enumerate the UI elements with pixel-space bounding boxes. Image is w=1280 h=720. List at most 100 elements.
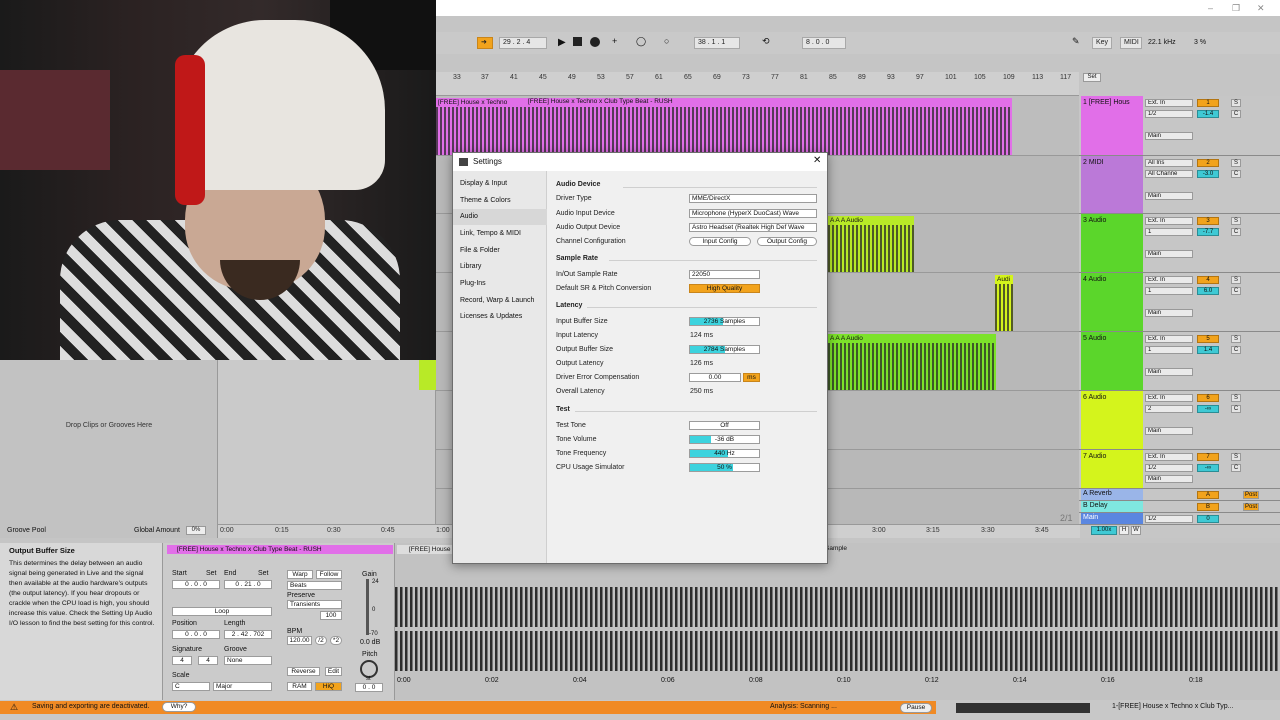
h-button[interactable]: H — [1119, 526, 1129, 535]
song-position-field[interactable]: 29 . 2 . 4 — [499, 37, 547, 49]
output-select[interactable]: Main — [1145, 132, 1193, 140]
cue-button[interactable]: C — [1231, 170, 1241, 178]
track-title[interactable]: 4 Audio — [1081, 273, 1143, 331]
cue-button[interactable]: C — [1231, 464, 1241, 472]
track-volume[interactable]: -∞ — [1197, 464, 1219, 472]
return-letter[interactable]: A — [1197, 491, 1219, 499]
track-volume[interactable]: -7.7 — [1197, 228, 1219, 236]
track-header-7[interactable]: 7 Audio Ext. In 1/2 Main 7 -∞ S C — [1079, 450, 1280, 489]
pause-analysis-button[interactable]: Pause — [900, 703, 932, 713]
hiq-button[interactable]: HiQ — [315, 682, 342, 691]
groove-select[interactable]: None — [224, 656, 272, 665]
output-buffer-field[interactable]: 2784 Samples — [689, 345, 760, 354]
track-title[interactable]: 7 Audio — [1081, 450, 1143, 488]
cue-button[interactable]: C — [1231, 346, 1241, 354]
audio-clip-5[interactable]: A A A Audio — [828, 334, 996, 390]
output-select[interactable]: Main — [1145, 368, 1193, 376]
close-icon[interactable]: ✕ — [813, 155, 821, 166]
scale-root-select[interactable]: C — [172, 682, 210, 691]
set-end-button[interactable]: Set — [258, 570, 269, 577]
input-type-select[interactable]: Ext. In — [1145, 217, 1193, 225]
cue-button[interactable]: C — [1231, 405, 1241, 413]
input-channel-select[interactable]: 1 — [1145, 346, 1193, 354]
sample-tab-title[interactable]: [FREE] House — [397, 545, 453, 554]
nav-licenses-updates[interactable]: Licenses & Updates — [453, 309, 547, 325]
nav-plug-ins[interactable]: Plug-Ins — [453, 276, 547, 292]
output-select[interactable]: Main — [1145, 427, 1193, 435]
input-channel-select[interactable]: All Channe — [1145, 170, 1193, 178]
groove-pool[interactable]: Drop Clips or Grooves Here Groove Pool G… — [0, 360, 218, 538]
end-field[interactable]: 0 . 21 . 0 — [224, 580, 272, 589]
nav-theme-colors[interactable]: Theme & Colors — [453, 193, 547, 209]
edit-button[interactable]: Edit — [325, 667, 342, 676]
track-title[interactable]: 5 Audio — [1081, 332, 1143, 390]
metronome-icon[interactable]: ○ — [664, 36, 669, 46]
output-select[interactable]: Main — [1145, 475, 1193, 483]
nav-audio[interactable]: Audio — [453, 209, 547, 225]
track-activator[interactable]: 4 — [1197, 276, 1219, 284]
track-title[interactable]: 6 Audio — [1081, 391, 1143, 449]
input-type-select[interactable]: Ext. In — [1145, 99, 1193, 107]
loop-switch-icon[interactable]: ⟲ — [762, 36, 770, 47]
preserve-select[interactable]: Transients — [287, 600, 342, 609]
tone-frequency-field[interactable]: 440 Hz — [689, 449, 760, 458]
driver-type-select[interactable]: MME/DirectX — [689, 194, 817, 203]
scale-mode-select[interactable]: Major — [213, 682, 272, 691]
input-type-select[interactable]: Ext. In — [1145, 335, 1193, 343]
double-tempo-button[interactable]: *2 — [330, 636, 342, 645]
track-title[interactable]: 1 [FREE] Hous — [1081, 96, 1143, 155]
output-select[interactable]: Main — [1145, 250, 1193, 258]
record-icon[interactable] — [590, 37, 600, 47]
track-volume[interactable]: 6.0 — [1197, 287, 1219, 295]
track-volume[interactable]: -3.0 — [1197, 170, 1219, 178]
input-type-select[interactable]: Ext. In — [1145, 394, 1193, 402]
track-title[interactable]: A Reverb — [1081, 489, 1143, 500]
output-config-button[interactable]: Output Config — [757, 237, 817, 246]
input-device-select[interactable]: Microphone (HyperX DuoCast) Wave — [689, 209, 817, 218]
input-channel-select[interactable]: 1 — [1145, 287, 1193, 295]
arrangement-ruler[interactable]: 33 37 41 45 49 53 57 61 65 69 73 77 81 8… — [436, 72, 1079, 96]
set-start-button[interactable]: Set — [206, 570, 217, 577]
w-button[interactable]: W — [1131, 526, 1141, 535]
nav-file-folder[interactable]: File & Folder — [453, 243, 547, 259]
solo-button[interactable]: S — [1231, 394, 1241, 402]
cue-button[interactable]: C — [1231, 287, 1241, 295]
driver-error-comp-field[interactable]: 0.00 — [689, 373, 741, 382]
input-type-select[interactable]: Ext. In — [1145, 276, 1193, 284]
track-header-6[interactable]: 6 Audio Ext. In 2 Main 6 -∞ S C — [1079, 391, 1280, 450]
input-type-select[interactable]: All Ins — [1145, 159, 1193, 167]
solo-button[interactable]: S — [1231, 335, 1241, 343]
solo-button[interactable]: S — [1231, 217, 1241, 225]
half-tempo-button[interactable]: /2 — [315, 636, 327, 645]
audio-clip-4[interactable]: Audi — [995, 275, 1013, 331]
solo-button[interactable]: S — [1231, 159, 1241, 167]
post-button[interactable]: Post — [1243, 503, 1259, 511]
audio-clip-3[interactable]: A A A Audio — [828, 216, 914, 272]
cue-button[interactable]: C — [1231, 228, 1241, 236]
solo-button[interactable]: S — [1231, 276, 1241, 284]
track-header-3[interactable]: 3 Audio Ext. In 1 Main 3 -7.7 S C — [1079, 214, 1280, 273]
loop-button[interactable]: Loop — [172, 607, 272, 616]
draw-mode-icon[interactable]: ✎ — [1072, 36, 1080, 47]
pitch-field[interactable]: 0 . 0 — [355, 683, 383, 692]
track-header-2[interactable]: 2 MIDI All Ins All Channe Main 2 -3.0 S … — [1079, 156, 1280, 214]
minimize-button[interactable]: – — [1208, 3, 1213, 13]
midi-map-button[interactable]: MIDI — [1120, 37, 1142, 49]
warp-mode-select[interactable]: Beats — [287, 581, 342, 590]
loop-start-field[interactable]: 38 . 1 . 1 — [694, 37, 740, 49]
mini-overview[interactable] — [956, 703, 1090, 713]
test-tone-toggle[interactable]: Off — [689, 421, 760, 430]
tone-volume-field[interactable]: -36 dB — [689, 435, 760, 444]
cue-button[interactable]: C — [1231, 110, 1241, 118]
sample-editor[interactable]: [FREE] House Sample 0:00 0:02 0:04 0:06 … — [395, 543, 1280, 700]
session-record-icon[interactable]: ◯ — [636, 36, 646, 47]
zoom-field[interactable]: 1.00x — [1091, 526, 1117, 535]
nav-link-tempo-midi[interactable]: Link, Tempo & MIDI — [453, 226, 547, 242]
maximize-button[interactable]: ❐ — [1232, 3, 1240, 14]
input-channel-select[interactable]: 1/2 — [1145, 110, 1193, 118]
key-map-button[interactable]: Key — [1092, 37, 1112, 49]
input-type-select[interactable]: Ext. In — [1145, 453, 1193, 461]
input-channel-select[interactable]: 2 — [1145, 405, 1193, 413]
track-activator[interactable]: 7 — [1197, 453, 1219, 461]
set-button[interactable]: Set — [1083, 73, 1101, 82]
